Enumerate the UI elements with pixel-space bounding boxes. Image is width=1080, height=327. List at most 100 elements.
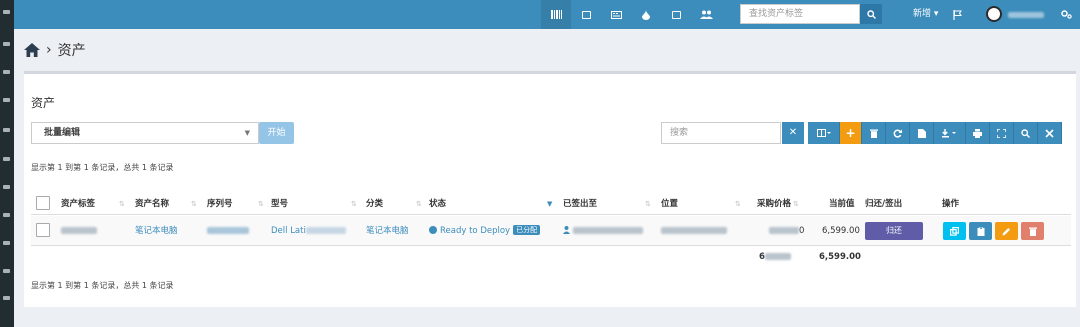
search-button[interactable]	[860, 4, 882, 24]
sidebar-icon[interactable]	[3, 269, 10, 273]
delete-button[interactable]	[862, 122, 886, 144]
sidebar-icon[interactable]	[3, 128, 10, 132]
serial-cell	[207, 216, 249, 246]
refresh-button[interactable]	[886, 122, 910, 144]
sort-icon: ⇅	[735, 200, 741, 208]
columns-toggle-button[interactable]	[808, 122, 840, 144]
accessories-nav-icon[interactable]	[601, 0, 631, 29]
asset-tag-search-input[interactable]: 查找资产标签	[740, 4, 860, 24]
pagination-info-bottom: 显示第 1 到第 1 条记录，总共 1 条记录	[31, 281, 174, 290]
copy-icon	[950, 226, 959, 236]
sort-desc-icon: ▼	[547, 200, 553, 208]
pencil-icon	[1002, 227, 1010, 235]
audit-button[interactable]	[969, 222, 992, 240]
col-status[interactable]: 状态	[429, 193, 446, 215]
edit-button[interactable]	[995, 222, 1018, 240]
user-icon	[563, 226, 570, 234]
col-asset-name[interactable]: 资产名称	[135, 193, 169, 215]
licenses-nav-icon[interactable]	[571, 0, 601, 29]
col-purchase-cost[interactable]: 采购价格	[757, 193, 791, 215]
asset-tag-cell[interactable]	[61, 216, 97, 246]
home-icon[interactable]	[24, 43, 40, 57]
delete-row-button[interactable]	[1021, 222, 1044, 240]
components-nav-icon[interactable]	[661, 0, 691, 29]
bulk-actions-select[interactable]: 批量编辑 ▼	[31, 122, 259, 144]
fullscreen-icon	[997, 128, 1006, 138]
location-cell[interactable]	[661, 216, 727, 246]
print-button[interactable]	[966, 122, 990, 144]
consumables-nav-icon[interactable]	[631, 0, 661, 29]
trash-icon	[869, 129, 878, 138]
pagination-info-top: 显示第 1 到第 1 条记录，总共 1 条记录	[31, 163, 174, 172]
flag-icon[interactable]	[947, 0, 967, 29]
table-toolbar: +	[808, 122, 1062, 144]
breadcrumb-separator: ›	[46, 42, 52, 58]
table-header: 资产标签 ⇅ 资产名称 ⇅ 序列号 ⇅ 型号 ⇅ 分类 ⇅ 状态 ▼ 已签出至 …	[31, 193, 1071, 215]
advanced-search-button[interactable]	[1014, 122, 1038, 144]
assets-panel: 资产 批量编辑 ▼ 开始 搜索 ✕ + 显示第 1 到第 1 条记录，总共 1 …	[24, 71, 1076, 307]
status-badge: 已分配	[513, 225, 541, 235]
sort-icon: ⇅	[258, 200, 264, 208]
user-avatar[interactable]	[986, 6, 1002, 22]
sidebar-collapsed	[0, 0, 14, 327]
sidebar-icon[interactable]	[3, 213, 10, 217]
select-all-checkbox[interactable]	[36, 196, 50, 210]
add-asset-button[interactable]: +	[840, 122, 862, 144]
col-serial[interactable]: 序列号	[207, 193, 233, 215]
download-icon	[942, 128, 956, 137]
fullscreen-button[interactable]	[990, 122, 1014, 144]
sort-icon: ⇅	[793, 200, 799, 208]
checkin-button[interactable]: 归还	[865, 222, 923, 240]
col-checkin-checkout: 归还/签出	[865, 199, 903, 209]
status-cell[interactable]: Ready to Deploy 已分配	[429, 216, 541, 246]
col-checked-out-to[interactable]: 已签出至	[563, 193, 597, 215]
sidebar-icon[interactable]	[3, 241, 10, 245]
zoom-icon	[1021, 128, 1030, 138]
table-footer: 6 6,599.00	[31, 246, 1071, 268]
sort-icon: ⇅	[351, 200, 357, 208]
top-navbar: 查找资产标签 新增 ▾	[14, 0, 1080, 29]
table-row[interactable]: 笔记本电脑 Dell Lati 笔记本电脑 Ready to Deploy 已分配…	[31, 216, 1071, 246]
file-icon	[917, 128, 926, 138]
export-csv-button[interactable]	[910, 122, 934, 144]
users-nav-icon[interactable]	[691, 0, 721, 29]
model-text: Dell Lati	[271, 226, 306, 236]
sidebar-icon[interactable]	[3, 98, 10, 102]
sidebar-icon[interactable]	[3, 185, 10, 189]
checked-out-to-cell[interactable]	[563, 216, 643, 246]
asset-name-link[interactable]: 笔记本电脑	[135, 216, 178, 246]
chevron-down-icon: ▼	[244, 129, 250, 137]
col-category[interactable]: 分类	[366, 193, 383, 215]
current-value-total: 6,599.00	[819, 252, 861, 262]
clone-button[interactable]	[943, 222, 966, 240]
bulk-go-button[interactable]: 开始	[259, 122, 294, 144]
create-new-label: 新增	[913, 9, 932, 19]
category-link[interactable]: 笔记本电脑	[366, 216, 409, 246]
col-model[interactable]: 型号	[271, 193, 288, 215]
sort-icon: ⇅	[119, 200, 125, 208]
sidebar-icon[interactable]	[3, 42, 10, 46]
breadcrumb: › 资产	[24, 40, 86, 60]
row-checkbox[interactable]	[36, 223, 50, 237]
refresh-icon	[893, 129, 902, 138]
clear-search-button[interactable]: ✕	[782, 122, 804, 144]
col-asset-tag[interactable]: 资产标签	[61, 193, 95, 215]
sidebar-icon[interactable]	[3, 157, 10, 161]
create-new-menu[interactable]: 新增 ▾	[913, 0, 938, 29]
sort-icon: ⇅	[191, 200, 197, 208]
purchase-cost-total: 6	[759, 246, 791, 268]
sidebar-icon[interactable]	[3, 70, 10, 74]
model-link[interactable]: Dell Lati	[271, 216, 346, 246]
status-label: Ready to Deploy	[440, 226, 511, 236]
col-current-value[interactable]: 当前值	[829, 193, 855, 215]
settings-icon[interactable]	[1054, 0, 1078, 29]
clear-filters-button[interactable]	[1038, 122, 1062, 144]
sidebar-icon[interactable]	[3, 296, 10, 300]
assets-nav-icon[interactable]	[541, 0, 571, 29]
page-title: 资产	[57, 43, 86, 59]
col-location[interactable]: 位置	[661, 193, 678, 215]
sidebar-icon[interactable]	[3, 10, 10, 14]
username-redacted[interactable]	[1008, 12, 1044, 18]
export-menu-button[interactable]	[934, 122, 966, 144]
table-search-input[interactable]: 搜索	[661, 122, 781, 144]
